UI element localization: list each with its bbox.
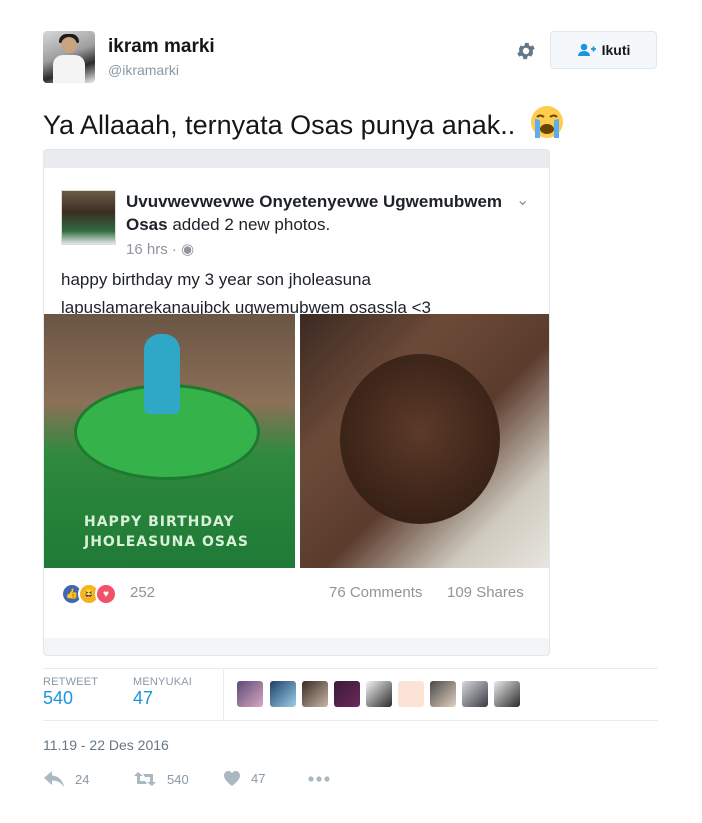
cake-inscription: HAPPY BIRTHDAY JHOLEASUNA OSAS [84,512,249,552]
retweet-stat-value: 540 [43,688,74,708]
tweet-body: Ya Allaaah, ternyata Osas punya anak.. [43,110,516,140]
cake-photo: HAPPY BIRTHDAY JHOLEASUNA OSAS [44,314,295,568]
liker-avatar[interactable] [270,681,296,707]
liker-avatar[interactable] [302,681,328,707]
fb-shares-count: 109 Shares [447,584,524,601]
liker-avatar[interactable] [366,681,392,707]
fb-stats-bar: 👍 😆 ♥ 252 76 Comments 109 Shares [44,568,549,620]
reply-count: 24 [75,771,90,787]
baby-face [340,354,500,524]
fb-top-bar [44,150,549,169]
tweet-timestamp[interactable]: 11.19 - 22 Des 2016 [43,737,169,753]
liker-avatar[interactable] [334,681,360,707]
fb-post-header: Uvuvwevwevwe Onyetenyevwe Ugwemubwem Osa… [126,190,511,236]
follow-button[interactable]: Ikuti [550,31,657,69]
fb-post-time: 16 hrs · ◉ [126,241,195,258]
follow-label: Ikuti [601,42,631,58]
liker-avatar[interactable] [398,681,424,707]
chevron-down-icon: ⌄ [516,192,530,209]
cake-figure [144,334,180,414]
likes-stat[interactable]: MENYUKAI 47 [133,676,192,709]
liker-avatar[interactable] [494,681,520,707]
likes-stat-label: MENYUKAI [133,676,193,688]
liker-avatar[interactable] [462,681,488,707]
liker-avatar[interactable] [237,681,263,707]
baby-photo [300,314,549,568]
fb-comments-count: 76 Comments [329,584,423,601]
fb-author-avatar [61,190,116,245]
more-icon [308,776,330,782]
crying-face-icon [530,106,563,138]
user-name[interactable]: ikram marki [108,36,215,58]
tweet-photo[interactable]: Uvuvwevwevwe Onyetenyevwe Ugwemubwem Osa… [43,149,550,656]
retweet-count: 540 [167,771,189,787]
likes-stat-value: 47 [133,688,154,708]
like-button[interactable]: 47 [223,770,265,787]
add-user-icon [577,43,596,56]
globe-icon: ◉ [181,241,195,258]
cake-inscription-line-1: HAPPY BIRTHDAY [84,514,235,530]
gear-icon[interactable] [515,40,537,62]
divider [43,720,658,721]
retweet-button[interactable]: 540 [133,770,189,788]
heart-icon [224,771,240,786]
reply-button[interactable]: 24 [43,770,89,788]
retweet-icon [134,772,156,786]
user-avatar[interactable] [43,31,95,83]
fb-post-action: added 2 new photos. [172,215,331,234]
more-button[interactable] [307,771,331,789]
stats-separator [223,669,224,720]
retweet-stat[interactable]: RETWEET 540 [43,676,98,709]
love-reaction-icon: ♥ [95,583,117,605]
cake-inscription-line-2: JHOLEASUNA OSAS [84,534,249,550]
liker-avatar[interactable] [430,681,456,707]
retweet-stat-label: RETWEET [43,676,99,688]
divider [43,668,658,669]
like-count: 47 [251,771,266,786]
user-handle[interactable]: @ikramarki [108,62,179,78]
tweet-text: Ya Allaaah, ternyata Osas punya anak.. [43,104,565,141]
fb-reaction-count: 252 [130,584,156,601]
reply-icon [44,771,64,787]
fb-reactions: 👍 😆 ♥ [61,583,117,605]
